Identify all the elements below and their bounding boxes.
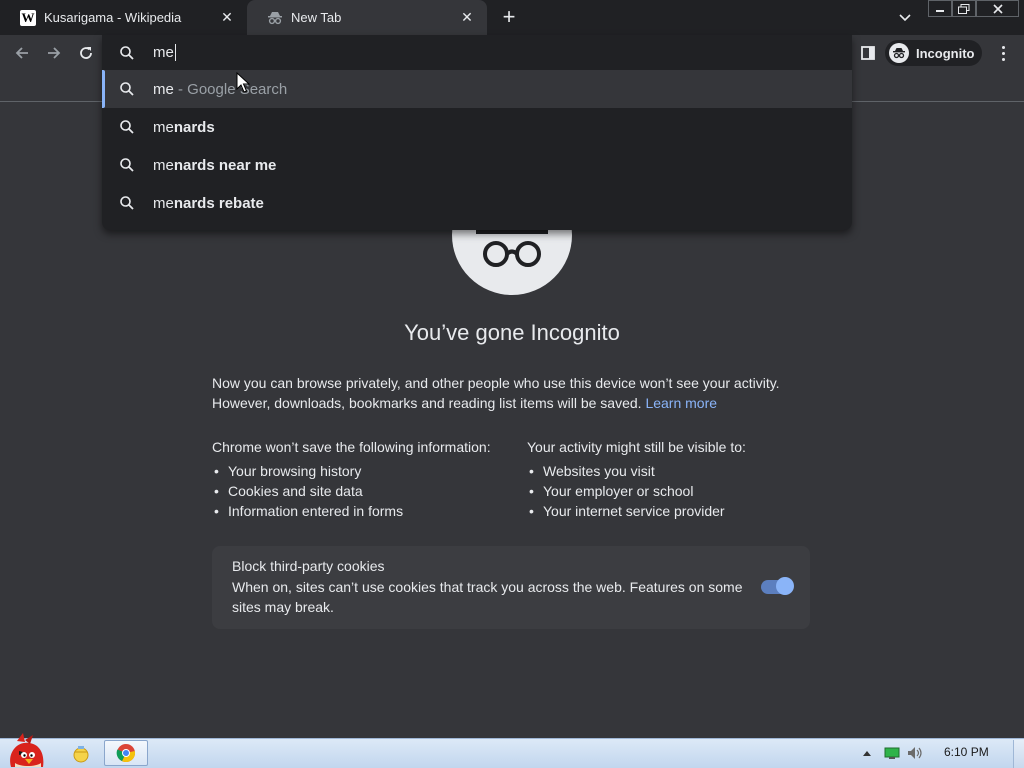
- search-icon: [120, 82, 134, 96]
- profile-label: Incognito: [916, 45, 975, 61]
- list-item: Your employer or school: [527, 481, 827, 501]
- search-icon: [120, 158, 134, 172]
- incognito-icon: [889, 43, 909, 63]
- learn-more-link[interactable]: Learn more: [645, 395, 717, 411]
- suggestion-item[interactable]: menards near me: [102, 146, 852, 184]
- wont-save-column: Chrome won’t save the following informat…: [212, 437, 512, 521]
- wont-save-heading: Chrome won’t save the following informat…: [212, 439, 491, 455]
- chrome-icon: [116, 744, 136, 763]
- block-cookies-card: Block third-party cookies When on, sites…: [212, 546, 810, 629]
- mouse-cursor-icon: [236, 72, 250, 93]
- start-button[interactable]: [2, 731, 50, 768]
- list-item: Cookies and site data: [212, 481, 512, 501]
- close-tab-icon[interactable]: ✕: [457, 8, 477, 28]
- tab-strip: W Kusarigama - Wikipedia ✕ New Tab ✕ +: [0, 0, 1024, 35]
- omnibox-query: me: [153, 44, 174, 61]
- side-panel-icon[interactable]: [858, 43, 878, 63]
- incognito-icon: [267, 10, 283, 26]
- omnibox-input[interactable]: me: [102, 35, 852, 70]
- suggestion-item[interactable]: menards rebate: [102, 184, 852, 222]
- suggestion-suffix: - Google Search: [173, 80, 288, 98]
- incognito-profile-button[interactable]: Incognito: [885, 40, 982, 66]
- suggestion-completion: nards rebate: [173, 194, 264, 212]
- close-window-button[interactable]: [976, 0, 1019, 17]
- cookie-card-description: When on, sites can’t use cookies that tr…: [232, 579, 743, 615]
- text-caret: [174, 44, 176, 61]
- search-icon: [120, 196, 134, 210]
- tab-search-chevron-icon[interactable]: [893, 8, 917, 28]
- suggestion-completion: nards near me: [173, 156, 277, 174]
- chrome-taskbar-button[interactable]: [104, 740, 148, 766]
- file-explorer-icon[interactable]: [66, 741, 96, 767]
- still-visible-heading: Your activity might still be visible to:: [527, 439, 746, 455]
- restore-window-button[interactable]: [952, 0, 976, 17]
- list-item: Websites you visit: [527, 461, 827, 481]
- suggestion-item[interactable]: menards: [102, 108, 852, 146]
- forward-arrow-icon[interactable]: [41, 40, 67, 66]
- close-tab-icon[interactable]: ✕: [217, 8, 237, 28]
- show-desktop-button[interactable]: [1013, 740, 1024, 768]
- back-arrow-icon[interactable]: [9, 40, 35, 66]
- minimize-window-button[interactable]: [928, 0, 952, 17]
- incognito-intro: Now you can browse privately, and other …: [212, 373, 812, 413]
- suggestion-item[interactable]: me - Google Search: [102, 70, 852, 108]
- still-visible-column: Your activity might still be visible to:…: [527, 437, 827, 521]
- suggestion-typed: me: [153, 80, 174, 98]
- toggle-knob: [776, 577, 794, 595]
- list-item: Information entered in forms: [212, 501, 512, 521]
- show-hidden-icons-arrow[interactable]: [860, 746, 874, 760]
- wikipedia-icon: W: [20, 9, 36, 26]
- search-icon: [120, 120, 134, 134]
- list-item: Your internet service provider: [527, 501, 827, 521]
- cookie-card-title: Block third-party cookies: [232, 558, 385, 574]
- suggestion-typed: me: [153, 194, 174, 212]
- list-item: Your browsing history: [212, 461, 512, 481]
- new-tab-plus-icon[interactable]: +: [497, 4, 521, 29]
- network-icon[interactable]: [883, 746, 901, 760]
- tab-title: Kusarigama - Wikipedia: [44, 10, 182, 25]
- tab-kusarigama[interactable]: W Kusarigama - Wikipedia ✕: [0, 0, 247, 35]
- omnibox-popup: me me - Google Search menards menards ne…: [102, 35, 852, 230]
- tab-title: New Tab: [291, 10, 342, 25]
- block-cookies-toggle[interactable]: [761, 577, 794, 595]
- volume-icon[interactable]: [906, 746, 924, 760]
- menu-kebab-icon[interactable]: [993, 43, 1013, 63]
- suggestion-typed: me: [153, 156, 174, 174]
- suggestion-typed: me: [153, 118, 174, 136]
- page-title: You’ve gone Incognito: [404, 320, 620, 345]
- suggestion-completion: nards: [173, 118, 215, 136]
- taskbar-clock[interactable]: 6:10 PM: [944, 745, 989, 759]
- search-icon: [120, 45, 134, 60]
- tab-new-tab[interactable]: New Tab ✕: [247, 0, 487, 35]
- reload-icon[interactable]: [73, 40, 99, 66]
